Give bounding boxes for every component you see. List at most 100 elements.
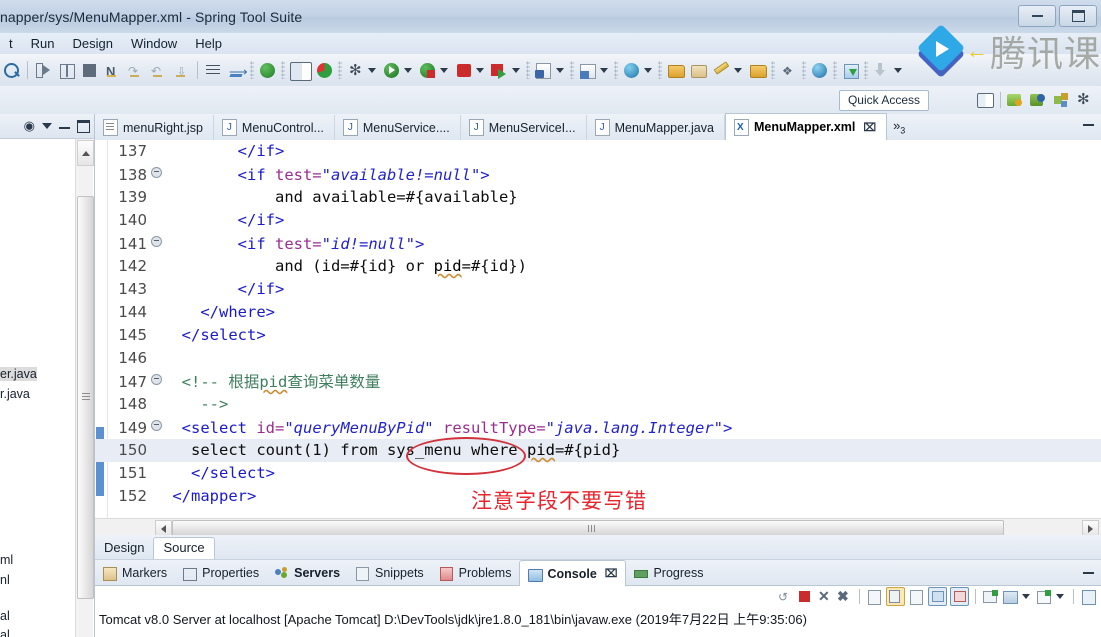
debug-dropdown-arrow[interactable] <box>368 67 376 73</box>
toolbar-drag-handle[interactable] <box>338 61 342 79</box>
toolbar-drag-handle[interactable] <box>658 61 662 79</box>
toolbar-drag-handle[interactable] <box>771 61 775 79</box>
editor-hscrollbar[interactable] <box>95 518 1101 537</box>
browser-icon[interactable] <box>810 61 829 80</box>
search-references-icon[interactable]: ❖ <box>779 61 798 80</box>
tab-design[interactable]: Design <box>95 538 153 559</box>
console-options-dropdown-arrow[interactable] <box>1022 593 1030 599</box>
skip-breakpoints-icon[interactable] <box>34 61 53 80</box>
code-line[interactable]: 138 <if test="available!=null"> <box>95 163 1101 186</box>
menu-item-t[interactable]: t <box>0 33 22 54</box>
view-tab-console[interactable]: Console ⌧ <box>519 560 627 586</box>
java-ee-perspective-icon[interactable] <box>1007 91 1024 108</box>
restore-button[interactable] <box>1059 5 1097 27</box>
new-package-dropdown-arrow[interactable] <box>600 67 608 73</box>
code-line[interactable]: 141 <if test="id!=null"> <box>95 232 1101 255</box>
quick-access-input[interactable]: Quick Access <box>838 90 929 111</box>
stop-icon[interactable] <box>454 61 473 80</box>
editor-tab-menuservice[interactable]: MenuService.... <box>335 115 461 140</box>
open-perspective-icon[interactable] <box>289 61 312 81</box>
code-line[interactable]: 146 <box>95 347 1101 370</box>
menu-item-run[interactable]: Run <box>22 33 64 54</box>
toolbar-drag-handle[interactable] <box>833 61 837 79</box>
run-external-tools-icon[interactable] <box>418 61 437 80</box>
new-java-dropdown-arrow[interactable] <box>556 67 564 73</box>
code-line[interactable]: 142 and (id=#{id} or pid=#{id}) <box>95 255 1101 278</box>
editor-tab-menucontroller[interactable]: MenuControl... <box>214 115 335 140</box>
code-line[interactable]: 144 </where> <box>95 301 1101 324</box>
new-console-view-icon[interactable] <box>982 588 999 605</box>
view-tab-markers[interactable]: Markers <box>95 561 175 585</box>
editor-tab-menumapper-xml[interactable]: MenuMapper.xml ⌧ <box>724 113 888 141</box>
code-line[interactable]: 150 select count(1) from sys_menu where … <box>95 439 1101 462</box>
fold-collapse-icon[interactable] <box>149 416 163 439</box>
debug-perspective-icon[interactable] <box>1030 91 1047 108</box>
new-wizard-dropdown-arrow[interactable] <box>734 67 742 73</box>
close-icon[interactable]: ⌧ <box>605 567 618 580</box>
code-line[interactable]: 137 </if> <box>95 140 1101 163</box>
scroll-lock-icon[interactable] <box>886 586 905 606</box>
explorer-tree[interactable]: er.java r.java ml nl al al <box>0 139 94 637</box>
open-folder-icon[interactable] <box>666 61 685 80</box>
tree-item[interactable]: al <box>0 609 10 623</box>
toolbar-drag-handle[interactable] <box>614 61 618 79</box>
more-tabs-button[interactable]: »3 <box>887 118 911 136</box>
code-editor[interactable]: 137 </if> 138 <if test="available!=null">… <box>95 140 1101 518</box>
search-icon[interactable] <box>2 61 21 80</box>
refresh-icon[interactable] <box>315 61 334 80</box>
fold-collapse-icon[interactable] <box>149 370 163 393</box>
code-line[interactable]: 148 --> <box>95 393 1101 416</box>
step-into-icon[interactable]: N <box>103 61 122 80</box>
resume-icon[interactable] <box>57 61 76 80</box>
toolbar-drag-handle[interactable] <box>802 61 806 79</box>
code-line[interactable]: 152 </mapper> <box>95 485 1101 508</box>
pin-view-icon[interactable] <box>1036 588 1053 605</box>
view-tab-progress[interactable]: Progress <box>626 561 711 585</box>
drop-to-frame-icon[interactable]: ⇩ <box>172 61 191 80</box>
pin-view-dropdown-arrow[interactable] <box>1056 593 1064 599</box>
java-perspective-icon[interactable]: ✻ <box>1076 91 1093 108</box>
spring-perspective-icon[interactable] <box>1053 91 1070 108</box>
view-tab-servers[interactable]: Servers <box>267 561 348 585</box>
tree-item[interactable]: nl <box>0 573 10 587</box>
bottom-minimize-icon[interactable] <box>1083 569 1094 574</box>
menu-item-design[interactable]: Design <box>63 33 121 54</box>
new-package-icon[interactable] <box>578 61 597 80</box>
tab-source[interactable]: Source <box>153 537 215 560</box>
step-return-icon[interactable]: ↶ <box>149 61 168 80</box>
publish-dropdown-arrow[interactable] <box>512 67 520 73</box>
run-ant-icon[interactable]: ⟶ <box>227 61 248 80</box>
toolbar-drag-handle[interactable] <box>526 61 530 79</box>
display-selected-console-icon[interactable] <box>928 586 947 606</box>
tree-item[interactable]: ml <box>0 553 13 567</box>
publish-icon[interactable] <box>490 61 509 80</box>
new-wizard-icon[interactable] <box>712 60 731 80</box>
minimize-icon[interactable] <box>59 124 70 129</box>
view-menu-icon[interactable] <box>1080 588 1097 605</box>
open-console-icon[interactable] <box>950 586 969 606</box>
code-line[interactable]: 151 </select> <box>95 462 1101 485</box>
remove-all-launches-icon[interactable]: ✖ <box>836 588 853 605</box>
code-line[interactable]: 143 </if> <box>95 278 1101 301</box>
view-tab-properties[interactable]: Properties <box>175 561 267 585</box>
stop-dropdown-arrow[interactable] <box>476 67 484 73</box>
editor-minimize-icon[interactable] <box>1083 121 1094 126</box>
view-menu-icon[interactable]: ◉ <box>24 118 35 134</box>
align-lines-icon[interactable] <box>204 61 223 80</box>
tree-item[interactable]: al <box>0 628 10 637</box>
terminate-icon[interactable] <box>80 61 99 80</box>
run-icon[interactable] <box>382 61 401 80</box>
view-tab-snippets[interactable]: Snippets <box>348 561 432 585</box>
scroll-up-button[interactable] <box>77 140 94 166</box>
editor-tab-menuserviceimpl[interactable]: MenuServiceI... <box>461 115 587 140</box>
tree-item[interactable]: r.java <box>0 387 30 401</box>
code-line[interactable]: 140 </if> <box>95 209 1101 232</box>
new-server-icon[interactable] <box>258 61 277 80</box>
open-type-icon[interactable] <box>689 61 708 80</box>
menu-item-window[interactable]: Window <box>122 33 186 54</box>
editor-tab-menuright-jsp[interactable]: menuRight.jsp <box>95 115 214 140</box>
step-over-icon[interactable]: ↷ <box>126 61 145 80</box>
toolbar-drag-handle[interactable] <box>281 61 285 79</box>
relaunch-icon[interactable]: ↺ <box>776 588 793 605</box>
external-tools-dropdown-arrow[interactable] <box>440 67 448 73</box>
